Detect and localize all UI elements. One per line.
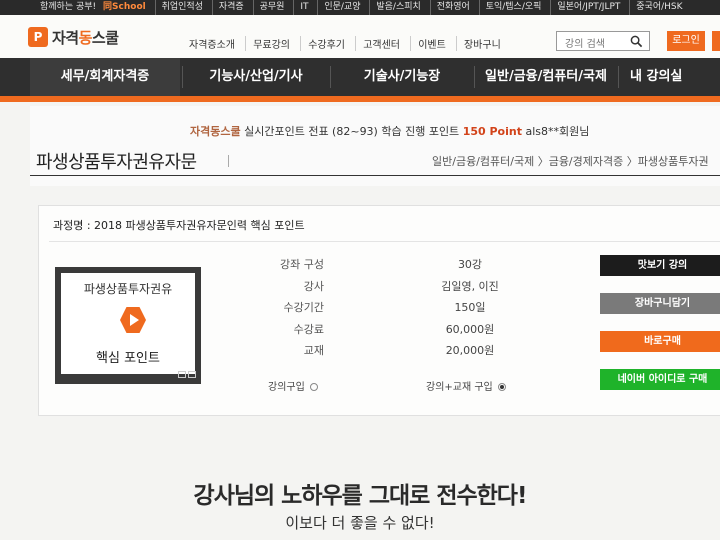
thumbnail-screen: 파생상품투자권유 핵심 포인트: [61, 273, 195, 374]
naver-purchase-button[interactable]: 네이버 아이디로 구매: [600, 369, 720, 390]
main-nav: 세무/회계자격증 기능사/산업/기사 기술사/기능장 일반/금융/컴퓨터/국제 …: [0, 58, 720, 102]
thumbnail-control-icon: [178, 371, 186, 378]
school-link[interactable]: 同School: [103, 2, 146, 12]
nav-divider: [474, 66, 475, 88]
search-box: [556, 31, 650, 54]
points-notice: 자격동스쿨 실시간포인트 전표 (82~93) 학습 진행 포인트 150 Po…: [190, 123, 589, 139]
search-icon[interactable]: [630, 35, 643, 48]
nav-divider: [618, 66, 619, 88]
thumbnail-control-icon: [188, 371, 196, 378]
points-value: 150 Point: [462, 125, 522, 138]
points-member: als8**회원님: [521, 125, 590, 138]
top-link-cert[interactable]: 자격증: [211, 0, 250, 15]
nav-cart[interactable]: 장바구니: [455, 36, 508, 51]
title-rule: [30, 175, 720, 176]
play-triangle-icon: [130, 314, 139, 326]
top-link-it[interactable]: IT: [293, 0, 314, 15]
top-link-chinese[interactable]: 중국어/HSK: [629, 0, 688, 15]
preview-lecture-button[interactable]: 맛보기 강의: [600, 255, 720, 276]
promo-subline: 이보다 더 좋을 수 없다!: [285, 514, 435, 532]
buy-now-button[interactable]: 바로구매: [600, 331, 720, 352]
login-button[interactable]: 로그인: [667, 31, 705, 51]
main-nav-tax[interactable]: 세무/회계자격증: [30, 58, 180, 96]
points-text: 실시간포인트 전표 (82~93) 학습 진행 포인트: [240, 125, 463, 138]
top-link-japanese[interactable]: 일본어/JPT/JLPT: [550, 0, 626, 15]
top-link-bar: 함께하는 공부! 同School 취업인적성 자격증 공무원 IT 인문/교양 …: [0, 0, 720, 15]
radio-lecture-textbook[interactable]: [497, 383, 506, 391]
nav-customer-center[interactable]: 고객센터: [355, 36, 407, 51]
thumbnail-title: 파생상품투자권유: [83, 282, 173, 296]
top-link-toeic[interactable]: 토익/텝스/오픽: [478, 0, 548, 15]
main-nav-engineer[interactable]: 기술사/기능장: [332, 58, 472, 96]
thumbnail-dot-icon: [72, 369, 76, 373]
course-thumbnail[interactable]: 파생상품투자권유 핵심 포인트: [55, 267, 201, 384]
top-link-jobs[interactable]: 취업인적성: [154, 0, 209, 15]
page-title: 파생상품투자권유자문: [36, 152, 197, 173]
title-divider: [228, 155, 229, 167]
breadcrumb[interactable]: 일반/금융/컴퓨터/국제 〉금융/경제자격증 〉파생상품투자권: [432, 153, 709, 169]
top-lead-text: 함께하는 공부!: [40, 2, 97, 12]
main-nav-finance[interactable]: 일반/금융/컴퓨터/국제: [476, 58, 616, 96]
option-label: 강의구입: [268, 382, 305, 393]
course-name: 과정명 : 2018 파생상품투자권유자문인력 핵심 포인트: [53, 219, 305, 232]
top-link-phone-english[interactable]: 전화영어: [429, 0, 476, 15]
logo-mark-icon: P: [28, 27, 48, 47]
add-to-cart-button[interactable]: 장바구니담기: [600, 293, 720, 314]
top-link-speech[interactable]: 발음/스피치: [369, 0, 426, 15]
site-header: P 자격동스쿨 자격증소개 무료강의 수강후기 고객센터 이벤트 장바구니 로그…: [0, 15, 720, 58]
title-band: [30, 106, 720, 186]
course-divider: [49, 241, 720, 242]
points-brand: 자격동스쿨: [190, 125, 241, 138]
nav-divider: [182, 66, 183, 88]
thumbnail-subtitle: 핵심 포인트: [96, 351, 160, 366]
detail-label-lectures: 강좌 구성: [280, 258, 324, 271]
nav-free-lecture[interactable]: 무료강의: [245, 36, 297, 51]
nav-divider: [330, 66, 331, 88]
detail-label-period: 수강기간: [283, 301, 324, 314]
nav-reviews[interactable]: 수강후기: [300, 36, 352, 51]
detail-label-fee: 수강료: [293, 323, 324, 336]
promo-headline: 강사님의 노하우를 그대로 전수한다!: [193, 483, 528, 509]
detail-value-lectures: 30강: [457, 258, 483, 271]
signup-button-edge[interactable]: [712, 31, 720, 51]
option-label: 강의+교재 구입: [426, 382, 493, 393]
detail-value-fee: 60,000원: [445, 323, 495, 336]
nav-events[interactable]: 이벤트: [410, 36, 453, 51]
logo-text: 자격동스쿨: [52, 28, 119, 47]
search-input[interactable]: [563, 35, 637, 54]
top-link-humanities[interactable]: 인문/교양: [317, 0, 366, 15]
detail-label-textbook: 교재: [303, 344, 324, 357]
nav-cert-intro[interactable]: 자격증소개: [182, 36, 242, 51]
detail-value-period: 150일: [454, 301, 486, 314]
header-nav: 자격증소개 무료강의 수강후기 고객센터 이벤트 장바구니: [182, 36, 508, 51]
detail-label-instructor: 강사: [303, 280, 324, 293]
option-lecture-only[interactable]: 강의구입: [268, 378, 318, 393]
radio-lecture-only[interactable]: [309, 383, 318, 391]
main-nav-my-classroom[interactable]: 내 강의실: [630, 58, 720, 96]
detail-value-textbook: 20,000원: [445, 344, 495, 357]
detail-value-instructor: 김일영, 이진: [441, 280, 499, 293]
site-logo[interactable]: P 자격동스쿨: [28, 26, 119, 48]
top-link-civil[interactable]: 공무원: [252, 0, 291, 15]
option-lecture-textbook[interactable]: 강의+교재 구입: [426, 378, 506, 393]
main-nav-technician[interactable]: 기능사/산업/기사: [184, 58, 328, 96]
